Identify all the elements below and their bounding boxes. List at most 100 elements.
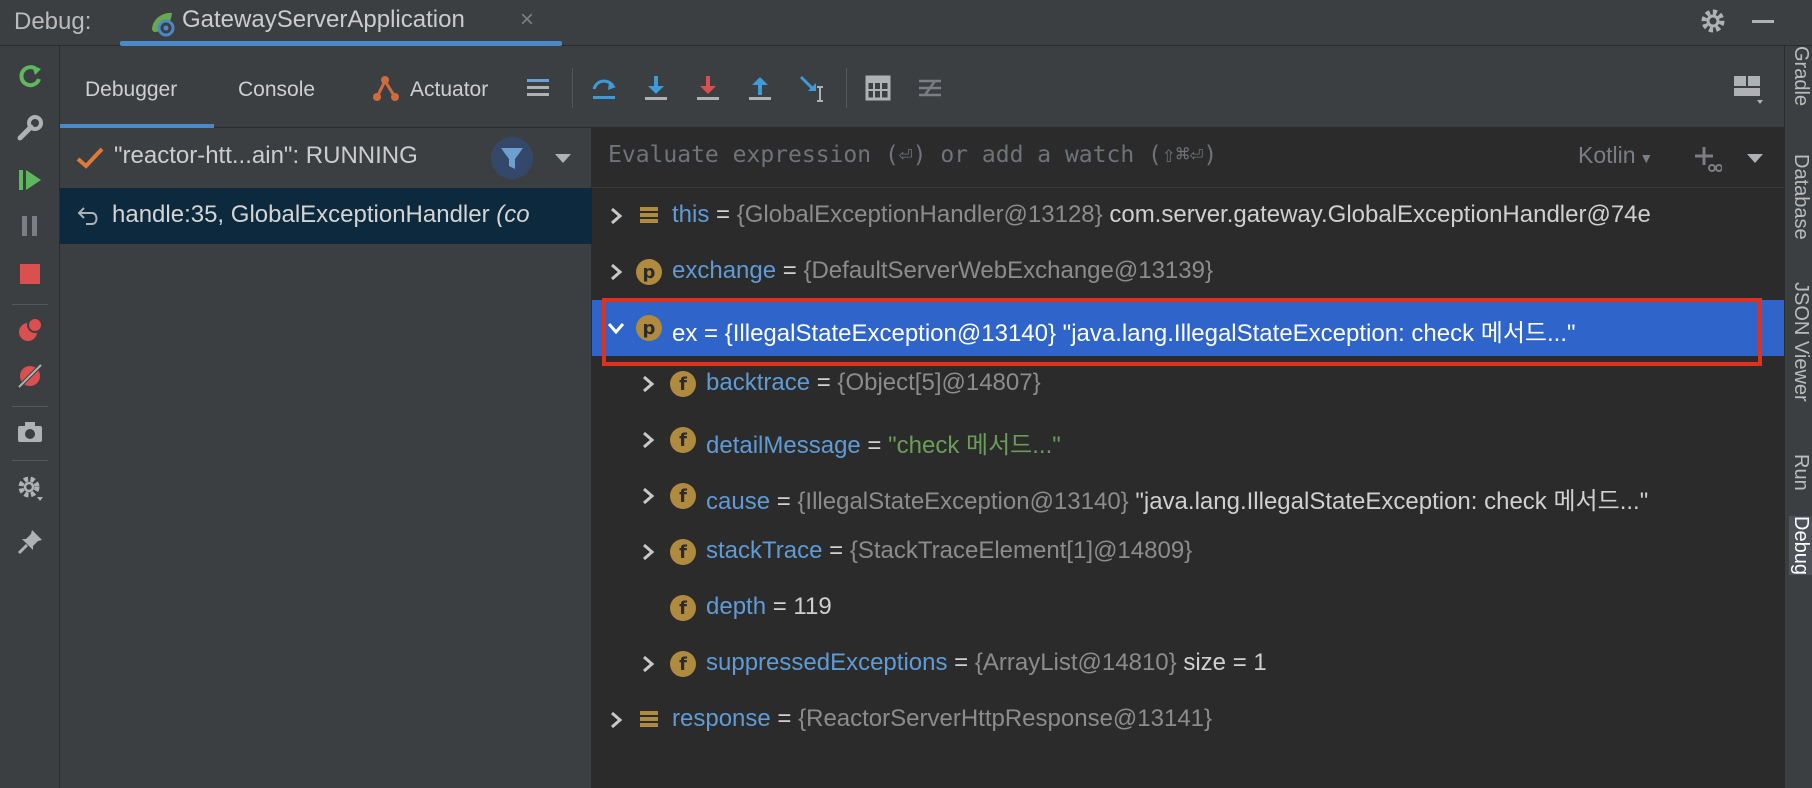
variable-row[interactable]: f backtrace = {Object[5]@14807} <box>592 356 1784 412</box>
toolbar-divider <box>12 406 48 407</box>
camera-icon <box>18 422 42 442</box>
rerun-icon <box>19 65 41 88</box>
variable-equals: = <box>810 369 838 396</box>
variable-equals: = <box>776 257 804 284</box>
language-label: Kotlin <box>1578 142 1636 168</box>
tab-title: GatewayServerApplication <box>182 6 465 33</box>
variables-panel: Evaluate expression (⏎) or add a watch (… <box>592 128 1784 788</box>
expand-chevron-icon[interactable] <box>606 258 626 286</box>
parameter-icon: p <box>636 315 662 341</box>
object-list-icon <box>640 711 658 727</box>
variable-name: cause <box>706 488 771 515</box>
run-tool-button[interactable]: Run <box>1789 454 1812 491</box>
layout-icon <box>1734 76 1763 104</box>
gradle-tool-button[interactable]: Gradle <box>1789 46 1812 106</box>
variable-name: suppressedExceptions <box>706 649 948 676</box>
modify-run-config-button[interactable] <box>12 110 48 146</box>
minimize-icon[interactable] <box>1746 4 1780 38</box>
resume-button[interactable] <box>12 162 48 198</box>
layout-settings-button[interactable] <box>1730 70 1766 106</box>
variable-equals: = <box>770 488 798 515</box>
settings-gear-icon <box>18 476 43 501</box>
toolbar-divider <box>846 68 847 108</box>
chevron-down-icon[interactable] <box>552 148 574 168</box>
variable-name: response <box>672 705 771 732</box>
variable-value: size = 1 <box>1176 649 1267 676</box>
stop-icon <box>20 264 40 284</box>
gear-icon[interactable] <box>1696 4 1730 38</box>
variable-row[interactable]: f suppressedExceptions = {ArrayList@1481… <box>592 636 1784 692</box>
stack-frame-row[interactable]: handle:35, GlobalExceptionHandler (co <box>60 188 592 244</box>
stop-button[interactable] <box>12 256 48 292</box>
tab-close-icon[interactable]: × <box>520 6 534 34</box>
show-frames-button[interactable] <box>520 70 556 106</box>
chevron-down-icon: ▼ <box>1635 150 1654 166</box>
language-selector[interactable]: Kotlin ▼ <box>1578 142 1653 169</box>
tab-debugger[interactable]: Debugger <box>85 78 177 102</box>
variable-row[interactable]: f detailMessage = "check 메서드..." <box>592 412 1784 468</box>
variable-equals: = <box>766 593 794 620</box>
variable-value: "java.lang.IllegalStateException: check … <box>1128 488 1649 515</box>
database-tool-button[interactable]: Database <box>1789 154 1812 240</box>
debug-tool-button[interactable]: Debug <box>1789 516 1812 575</box>
right-tool-stripe: Gradle Database JSON Viewer Run Debug <box>1784 46 1812 788</box>
rerun-button[interactable] <box>12 58 48 94</box>
evaluate-expression-input[interactable]: Evaluate expression (⏎) or add a watch (… <box>608 142 1217 168</box>
variable-row-selected[interactable]: p ex = {IllegalStateException@13140} "ja… <box>592 300 1784 356</box>
variable-row[interactable]: p exchange = {DefaultServerWebExchange@1… <box>592 244 1784 300</box>
field-icon: f <box>670 371 696 397</box>
actuator-icon <box>373 76 399 101</box>
expand-chevron-icon[interactable] <box>606 706 626 734</box>
field-icon: f <box>670 539 696 565</box>
field-icon: f <box>670 651 696 677</box>
add-watch-icon[interactable] <box>1692 144 1722 174</box>
tab-gateway-server-application[interactable]: GatewayServerApplication × <box>120 0 562 46</box>
expand-chevron-icon[interactable] <box>638 370 658 398</box>
mute-breakpoints-button[interactable] <box>12 358 48 394</box>
variable-row[interactable]: response = {ReactorServerHttpResponse@13… <box>592 692 1784 748</box>
variable-value: 119 <box>793 593 832 620</box>
pin-tab-button[interactable] <box>12 524 48 560</box>
expand-chevron-icon[interactable] <box>606 202 626 230</box>
chevron-down-icon[interactable] <box>1744 148 1766 168</box>
run-to-cursor-button[interactable] <box>794 70 830 106</box>
variable-string-value: "check 메서드..." <box>888 432 1061 459</box>
toolbar-divider <box>572 68 573 108</box>
evaluate-expression-button[interactable] <box>860 70 896 106</box>
force-step-into-button[interactable] <box>690 70 726 106</box>
tab-actuator[interactable]: Actuator <box>410 78 488 102</box>
tab-console[interactable]: Console <box>238 78 315 102</box>
expand-chevron-icon[interactable] <box>638 482 658 510</box>
pause-button[interactable] <box>12 208 48 244</box>
stack-frame-method: handle:35, GlobalExceptionHandler <box>112 201 490 228</box>
expand-chevron-icon[interactable] <box>638 538 658 566</box>
collapse-chevron-icon[interactable] <box>606 314 626 342</box>
variable-row[interactable]: this = {GlobalExceptionHandler@13128} co… <box>592 188 1784 244</box>
step-over-icon <box>592 79 616 99</box>
variable-row[interactable]: f cause = {IllegalStateException@13140} … <box>592 468 1784 524</box>
thread-selector[interactable]: "reactor-htt...ain": RUNNING <box>60 128 592 188</box>
settings-button[interactable] <box>12 470 48 506</box>
variable-value: com.server.gateway.GlobalExceptionHandle… <box>1102 201 1651 228</box>
expand-chevron-icon[interactable] <box>638 650 658 678</box>
step-into-button[interactable] <box>638 70 674 106</box>
step-out-button[interactable] <box>742 70 778 106</box>
variable-type: {IllegalStateException@13140} <box>724 320 1056 347</box>
json-viewer-tool-button[interactable]: JSON Viewer <box>1789 282 1812 402</box>
object-list-icon <box>640 207 658 223</box>
step-over-button[interactable] <box>586 70 622 106</box>
variable-name: this <box>672 201 710 228</box>
get-thread-dump-button[interactable] <box>12 414 48 450</box>
variable-type: {ArrayList@14810} <box>974 649 1177 676</box>
variable-row[interactable]: f depth = 119 <box>592 580 1784 636</box>
trace-current-stream-button[interactable] <box>912 70 948 106</box>
variable-type: {StackTraceElement[1]@14809} <box>849 537 1193 564</box>
expand-chevron-icon[interactable] <box>638 426 658 454</box>
step-out-icon <box>749 77 771 100</box>
filter-icon[interactable] <box>490 136 534 180</box>
parameter-icon: p <box>636 259 662 285</box>
variable-row[interactable]: f stackTrace = {StackTraceElement[1]@148… <box>592 524 1784 580</box>
variable-name: backtrace <box>706 369 811 396</box>
view-breakpoints-button[interactable] <box>12 312 48 348</box>
thread-label: "reactor-htt...ain": RUNNING <box>114 142 418 169</box>
